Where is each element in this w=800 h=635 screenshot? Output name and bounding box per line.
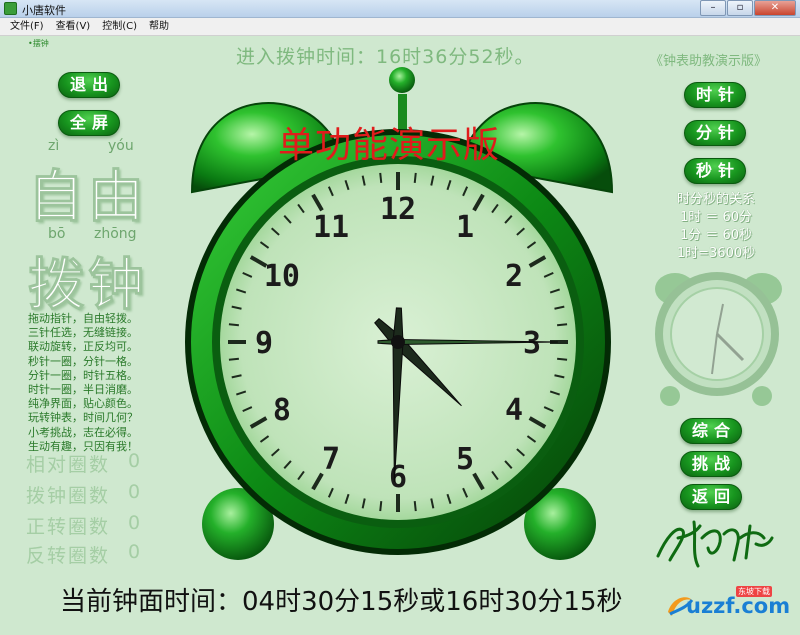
minimize-button[interactable]: – bbox=[700, 0, 726, 16]
reverse-turns-value: 0 bbox=[128, 541, 141, 563]
combined-button[interactable]: 综合 bbox=[680, 418, 742, 444]
minute-hand-button[interactable]: 分针 bbox=[684, 120, 746, 146]
clock-numeral: 11 bbox=[313, 210, 349, 245]
poem-line: 分针一圈，时针五格。 bbox=[28, 368, 138, 382]
dial-turns-value: 0 bbox=[128, 481, 141, 503]
title-bar[interactable]: 小唐软件 – ▫ ✕ bbox=[0, 0, 800, 18]
relation-line: 1时=3600秒 bbox=[676, 246, 756, 261]
relative-turns-label: 相对圈数 bbox=[26, 454, 111, 476]
minor-tick bbox=[557, 357, 568, 361]
watermark-badge: 东坡下载 bbox=[736, 586, 772, 597]
maximize-button[interactable]: ▫ bbox=[727, 0, 753, 16]
relative-turns-row: 相对圈数 0 bbox=[26, 450, 140, 477]
minor-tick bbox=[228, 323, 239, 327]
minor-tick bbox=[413, 501, 417, 512]
app-icon bbox=[4, 2, 17, 15]
poem-line: 小考挑战，志在必得。 bbox=[28, 425, 138, 439]
fullscreen-button[interactable]: 全屏 bbox=[58, 110, 120, 136]
forward-turns-label: 正转圈数 bbox=[26, 516, 111, 538]
clock-numeral: 5 bbox=[456, 442, 474, 477]
forward-turns-row: 正转圈数 0 bbox=[26, 512, 140, 539]
app-area: •摆钟 进入拨钟时间：16时36分52秒。 《钟表助教演示版》 退出 全屏 zì… bbox=[0, 36, 800, 635]
instruction-poem: 拖动指针，自由轻拨。 三针任选，无缝链接。 联动旋转，正反均可。 秒针一圈，分针… bbox=[28, 312, 158, 454]
relative-turns-value: 0 bbox=[128, 450, 141, 472]
relation-line: 1分 ＝ 60秒 bbox=[679, 228, 753, 243]
watermark-text: uzzf.com bbox=[686, 594, 791, 618]
clock-numeral: 9 bbox=[255, 326, 273, 361]
clock-numeral: 12 bbox=[380, 192, 416, 227]
reverse-turns-row: 反转圈数 0 bbox=[26, 541, 140, 568]
poem-line: 三针任选，无缝链接。 bbox=[28, 326, 138, 340]
menu-file[interactable]: 文件(F) bbox=[10, 18, 44, 35]
clock-preview-icon bbox=[655, 272, 782, 406]
menu-view[interactable]: 查看(V) bbox=[56, 18, 91, 35]
minor-tick bbox=[379, 172, 383, 183]
clock-numeral: 1 bbox=[456, 210, 474, 245]
back-button[interactable]: 返回 bbox=[680, 484, 742, 510]
watermark: uzzf.com 东坡下载 bbox=[664, 580, 794, 624]
clock-numeral: 3 bbox=[523, 326, 541, 361]
tiny-label: •摆钟 bbox=[28, 39, 49, 48]
poem-line: 时针一圈，半日消磨。 bbox=[28, 383, 138, 397]
clock-numeral: 7 bbox=[322, 442, 340, 477]
clock-numeral: 6 bbox=[389, 460, 407, 495]
clock-numeral: 10 bbox=[264, 259, 300, 294]
hour-hand-button[interactable]: 时针 bbox=[684, 82, 746, 108]
challenge-button[interactable]: 挑战 bbox=[680, 451, 742, 477]
minor-tick bbox=[557, 323, 568, 327]
poem-line: 秒针一圈，分针一格。 bbox=[28, 354, 138, 368]
relation-line: 1时 ＝ 60分 bbox=[679, 210, 753, 225]
minor-tick bbox=[413, 172, 417, 183]
dial-turns-row: 拨钟圈数 0 bbox=[26, 481, 140, 508]
poem-line: 联动旋转，正反均可。 bbox=[28, 340, 138, 354]
reverse-turns-label: 反转圈数 bbox=[26, 545, 111, 567]
signature-icon bbox=[656, 520, 774, 568]
title-ziyou: 自由 bbox=[28, 165, 148, 231]
minor-tick bbox=[228, 357, 239, 361]
poem-line: 纯净界面，贴心颜色。 bbox=[28, 397, 138, 411]
window-title: 小唐软件 bbox=[22, 4, 66, 17]
poem-line: 拖动指针，自由轻拨。 bbox=[28, 312, 138, 325]
clock-hub bbox=[391, 335, 405, 349]
relation-title: 时分秒的关系 bbox=[676, 192, 755, 207]
close-button[interactable]: ✕ bbox=[754, 0, 796, 16]
time-relation: 时分秒的关系 1时 ＝ 60分 1分 ＝ 60秒 1时=3600秒 bbox=[650, 191, 782, 263]
menu-bar: 文件(F) 查看(V) 控制(C) 帮助 bbox=[0, 18, 800, 36]
exit-button[interactable]: 退出 bbox=[58, 72, 120, 98]
demo-banner: 单功能演示版 bbox=[278, 125, 501, 166]
menu-control[interactable]: 控制(C) bbox=[102, 18, 137, 35]
clock-numeral: 4 bbox=[505, 393, 523, 428]
forward-turns-value: 0 bbox=[128, 512, 141, 534]
dial-turns-label: 拨钟圈数 bbox=[26, 485, 111, 507]
poem-line: 玩转钟表，时间几何？ bbox=[28, 411, 138, 425]
clock-numeral: 8 bbox=[273, 393, 291, 428]
clock-numeral: 2 bbox=[505, 259, 523, 294]
title-bozhong: 拨钟 bbox=[28, 253, 148, 319]
menu-help[interactable]: 帮助 bbox=[149, 18, 169, 35]
current-time-text: 当前钟面时间：04时30分15秒或16时30分15秒 bbox=[60, 587, 623, 617]
demo-version-note: 《钟表助教演示版》 bbox=[650, 54, 768, 69]
window-controls: – ▫ ✕ bbox=[700, 0, 796, 16]
minor-tick bbox=[379, 501, 383, 512]
second-hand-button[interactable]: 秒针 bbox=[684, 158, 746, 184]
